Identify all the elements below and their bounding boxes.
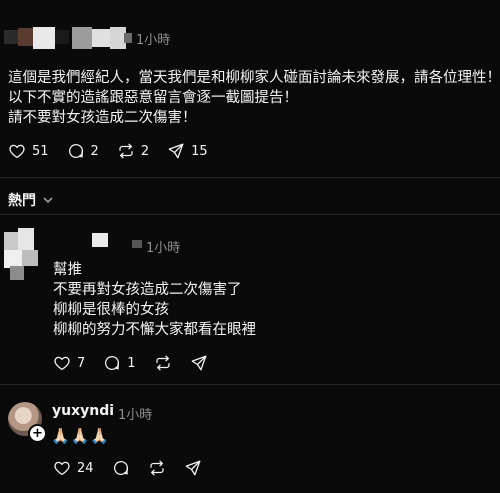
- post-actions: 51 2 2 15: [8, 142, 226, 160]
- send-icon: [168, 143, 184, 159]
- sort-label: 熱門: [8, 193, 36, 209]
- post-time: 1小時: [146, 241, 181, 256]
- post-time: 1小時: [136, 33, 171, 48]
- post-actions: 7 1: [53, 354, 226, 372]
- post-line: 這個是我們經紀人，當天我們是和柳柳家人碰面討論未來發展，請各位理性！: [8, 70, 500, 86]
- post-line: 柳柳的努力不懈大家都看在眼裡: [53, 322, 256, 338]
- send-icon: [191, 355, 206, 371]
- post-line: 柳柳是很棒的女孩: [53, 302, 169, 318]
- like-button[interactable]: 7: [53, 354, 85, 372]
- share-button[interactable]: 15: [167, 142, 208, 160]
- comment-icon: [68, 143, 83, 159]
- like-button[interactable]: 51: [8, 142, 49, 160]
- share-count: 15: [191, 143, 208, 159]
- post-time: 1小時: [118, 408, 153, 423]
- repost-icon: [155, 355, 170, 371]
- repost-button[interactable]: [154, 354, 172, 372]
- heart-icon: [54, 461, 70, 476]
- like-count: 51: [32, 143, 49, 159]
- heart-icon: [9, 144, 25, 159]
- comment-icon: [113, 460, 128, 476]
- reply-button[interactable]: [112, 459, 130, 477]
- heart-icon: [54, 356, 70, 371]
- reply-button[interactable]: 2: [67, 142, 99, 160]
- repost-button[interactable]: [148, 459, 166, 477]
- username[interactable]: yuxyndi: [52, 403, 114, 419]
- like-count: 7: [77, 355, 86, 371]
- reply-count: 1: [127, 355, 136, 371]
- repost-button[interactable]: 2: [117, 142, 149, 160]
- chevron-down-icon: [43, 197, 53, 204]
- post-actions: 24: [53, 459, 220, 477]
- divider: [0, 214, 500, 215]
- like-button[interactable]: 24: [53, 459, 94, 477]
- repost-icon: [119, 143, 133, 159]
- reply-count: 2: [90, 143, 99, 159]
- post-line: 請不要對女孩造成二次傷害！: [8, 110, 197, 126]
- post-line: 以下不實的造謠跟惡意留言會逐一截圖提告！: [8, 90, 298, 106]
- follow-plus-icon[interactable]: +: [28, 424, 47, 443]
- repost-count: 2: [140, 143, 150, 159]
- sort-dropdown[interactable]: 熱門: [8, 190, 54, 210]
- divider: [0, 384, 500, 385]
- post-body: 幫推 不要再對女孩造成二次傷害了 柳柳是很棒的女孩 柳柳的努力不懈大家都看在眼裡: [53, 260, 256, 340]
- post-line: 幫推: [53, 262, 82, 278]
- post-body: 🙏🏻🙏🏻🙏🏻: [51, 427, 111, 445]
- post-body: 這個是我們經紀人，當天我們是和柳柳家人碰面討論未來發展，請各位理性！ 以下不實的…: [8, 68, 500, 128]
- send-icon: [185, 460, 200, 476]
- share-button[interactable]: [190, 354, 208, 372]
- comment-icon: [105, 355, 120, 371]
- share-button[interactable]: [184, 459, 202, 477]
- reply-button[interactable]: 1: [103, 354, 136, 372]
- like-count: 24: [77, 460, 94, 476]
- post-line: 不要再對女孩造成二次傷害了: [53, 282, 242, 298]
- repost-icon: [149, 460, 164, 476]
- divider: [0, 177, 500, 178]
